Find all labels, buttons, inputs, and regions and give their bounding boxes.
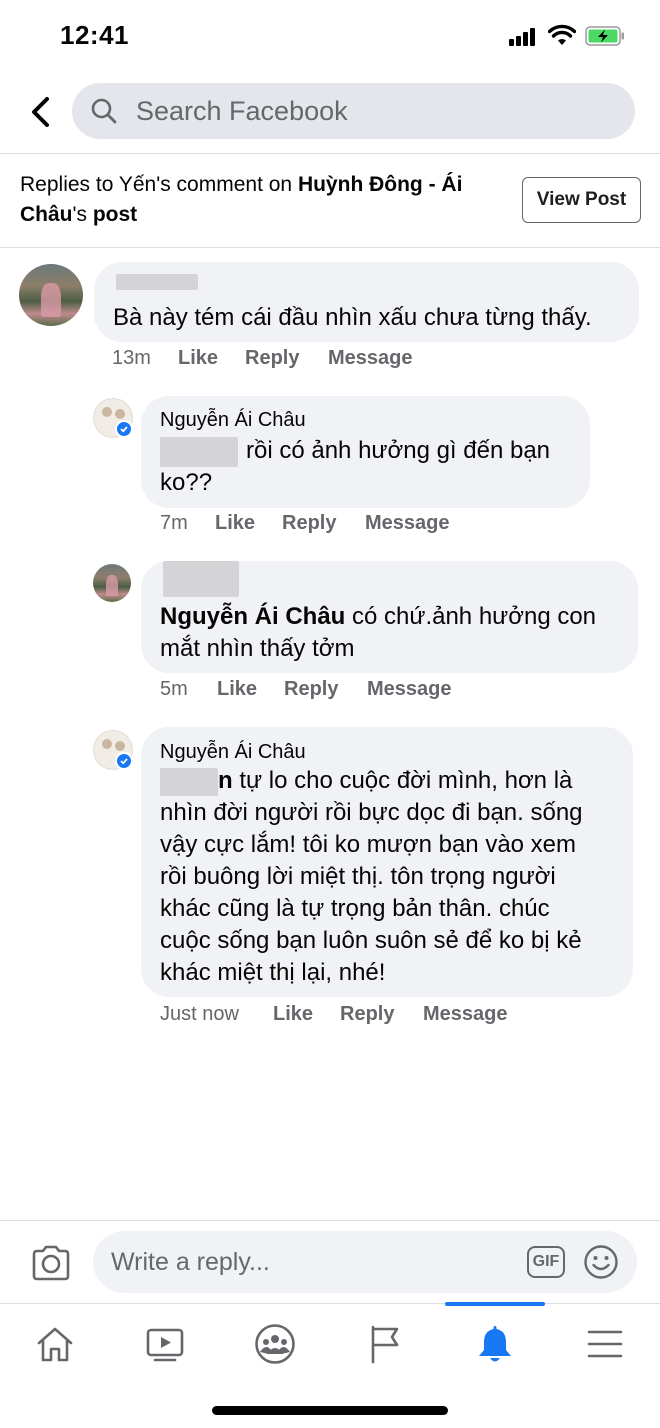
context-post-link[interactable]: post <box>93 203 137 226</box>
context-divider <box>0 247 660 248</box>
comment-text-line: mắt nhìn thấy tởm <box>160 635 355 662</box>
like-button[interactable]: Like <box>273 1003 340 1026</box>
comment-text-line: khác miệt thị lại, nhé! <box>160 959 386 986</box>
nav-notifications[interactable] <box>440 1304 550 1384</box>
comment-text-fragment: rồi có ảnh hưởng gì đến bạn <box>246 437 551 464</box>
message-button[interactable]: Message <box>365 512 450 535</box>
like-button[interactable]: Like <box>217 678 284 701</box>
commenter-avatar[interactable] <box>19 264 83 326</box>
comment-time: 5m <box>160 678 188 700</box>
nav-menu[interactable] <box>550 1304 660 1384</box>
comment-text-line: Nguyễn Ái Châu có chứ.ảnh hưởng con <box>160 601 596 633</box>
header-divider <box>0 153 660 154</box>
home-icon <box>37 1327 73 1362</box>
groups-icon <box>255 1324 295 1364</box>
comment-text-fragment: tự lo cho cuộc đời mình, hơn là <box>232 767 573 794</box>
message-button[interactable]: Message <box>328 347 413 370</box>
verified-badge-icon <box>115 420 133 438</box>
nav-home[interactable] <box>0 1304 110 1384</box>
back-button[interactable] <box>22 92 58 132</box>
search-icon <box>91 98 117 124</box>
menu-icon <box>587 1330 623 1358</box>
gif-button[interactable]: GIF <box>527 1246 565 1278</box>
context-suffix: 's <box>72 203 93 226</box>
view-post-button[interactable]: View Post <box>522 177 641 223</box>
redacted-name <box>116 274 198 290</box>
battery-charging-icon <box>585 26 624 46</box>
context-description: Replies to Yến's comment on Huỳnh Đông -… <box>20 170 510 230</box>
comment-text-line: nhìn đời người rồi bực dọc đi bạn. sống <box>160 799 583 826</box>
like-button[interactable]: Like <box>215 512 282 535</box>
watch-icon <box>146 1328 184 1362</box>
comment-author[interactable]: Nguyễn Ái Châu <box>160 741 306 764</box>
comment-text-line: n tự lo cho cuộc đời mình, hơn là <box>160 765 572 797</box>
nav-watch[interactable] <box>110 1304 220 1384</box>
message-button[interactable]: Message <box>423 1003 508 1026</box>
comment-text-line: rồi buông lời miệt thị. tôn trọng người <box>160 863 556 890</box>
comment-text: Bà này tém cái đầu nhìn xấu chưa từng th… <box>113 304 592 331</box>
reply-bubble: Nguyễn Ái Châu n tự lo cho cuộc đời mình… <box>141 727 633 997</box>
comment-time: 7m <box>160 512 188 534</box>
status-bar: 12:41 <box>0 0 660 70</box>
reply-input[interactable] <box>111 1231 511 1293</box>
like-button[interactable]: Like <box>178 347 245 370</box>
comment-actions: 5m Like Reply Message <box>160 678 452 701</box>
reply-button[interactable]: Reply <box>340 1003 423 1026</box>
camera-icon[interactable] <box>30 1243 72 1283</box>
reply-button[interactable]: Reply <box>245 347 328 370</box>
bottom-navigation <box>0 1304 660 1384</box>
redacted-name <box>163 561 239 597</box>
verified-badge-icon <box>115 752 133 770</box>
reply-bubble: Nguyễn Ái Châu rồi có ảnh hưởng gì đến b… <box>141 396 590 508</box>
comment-time: Just now <box>160 1003 239 1025</box>
home-indicator[interactable] <box>212 1406 448 1415</box>
comment-text-line: rồi có ảnh hưởng gì đến bạn <box>160 435 550 467</box>
reply-composer: GIF <box>0 1220 660 1304</box>
nav-groups[interactable] <box>220 1304 330 1384</box>
reply-bubble: Nguyễn Ái Châu có chứ.ảnh hưởng con mắt … <box>141 561 638 673</box>
comment-actions: Just now Like Reply Message <box>160 1003 508 1026</box>
search-bar[interactable] <box>72 83 635 139</box>
redacted-mention <box>160 436 238 467</box>
wifi-icon <box>548 24 576 45</box>
comment-actions: 13m Like Reply Message <box>112 347 413 370</box>
reply-button[interactable]: Reply <box>284 678 367 701</box>
comment-text-fragment: có chứ.ảnh hưởng con <box>345 603 597 630</box>
pages-flag-icon <box>371 1325 399 1364</box>
reply-field[interactable]: GIF <box>93 1231 637 1293</box>
comment-author[interactable]: Nguyễn Ái Châu <box>160 409 306 432</box>
comment-time: 13m <box>112 347 151 369</box>
cellular-signal-icon <box>509 28 539 46</box>
context-prefix: Replies to Yến's comment on <box>20 173 298 196</box>
message-button[interactable]: Message <box>367 678 452 701</box>
comment-text-line: cuộc sống bạn luôn suôn sẻ để ko bị kẻ <box>160 927 582 954</box>
search-input[interactable] <box>136 83 596 139</box>
comment-actions: 7m Like Reply Message <box>160 512 450 535</box>
comment-text-line: ko?? <box>160 469 213 496</box>
comment-bubble: Bà này tém cái đầu nhìn xấu chưa từng th… <box>94 262 639 342</box>
status-time: 12:41 <box>60 20 129 50</box>
nav-pages[interactable] <box>330 1304 440 1384</box>
commenter-avatar[interactable] <box>93 564 131 602</box>
notifications-bell-icon <box>479 1326 511 1362</box>
reply-button[interactable]: Reply <box>282 512 365 535</box>
chevron-left-icon <box>32 97 49 127</box>
emoji-icon[interactable] <box>583 1244 619 1280</box>
comment-text-line: vậy cực lắm! tôi ko mượn bạn vào xem <box>160 831 577 858</box>
redacted-mention <box>160 767 218 796</box>
mention-link[interactable]: Nguyễn Ái Châu <box>160 603 345 630</box>
comment-text-line: khác cũng là tự trọng bản thân. chúc <box>160 895 550 922</box>
mention-link[interactable]: n <box>218 767 233 794</box>
